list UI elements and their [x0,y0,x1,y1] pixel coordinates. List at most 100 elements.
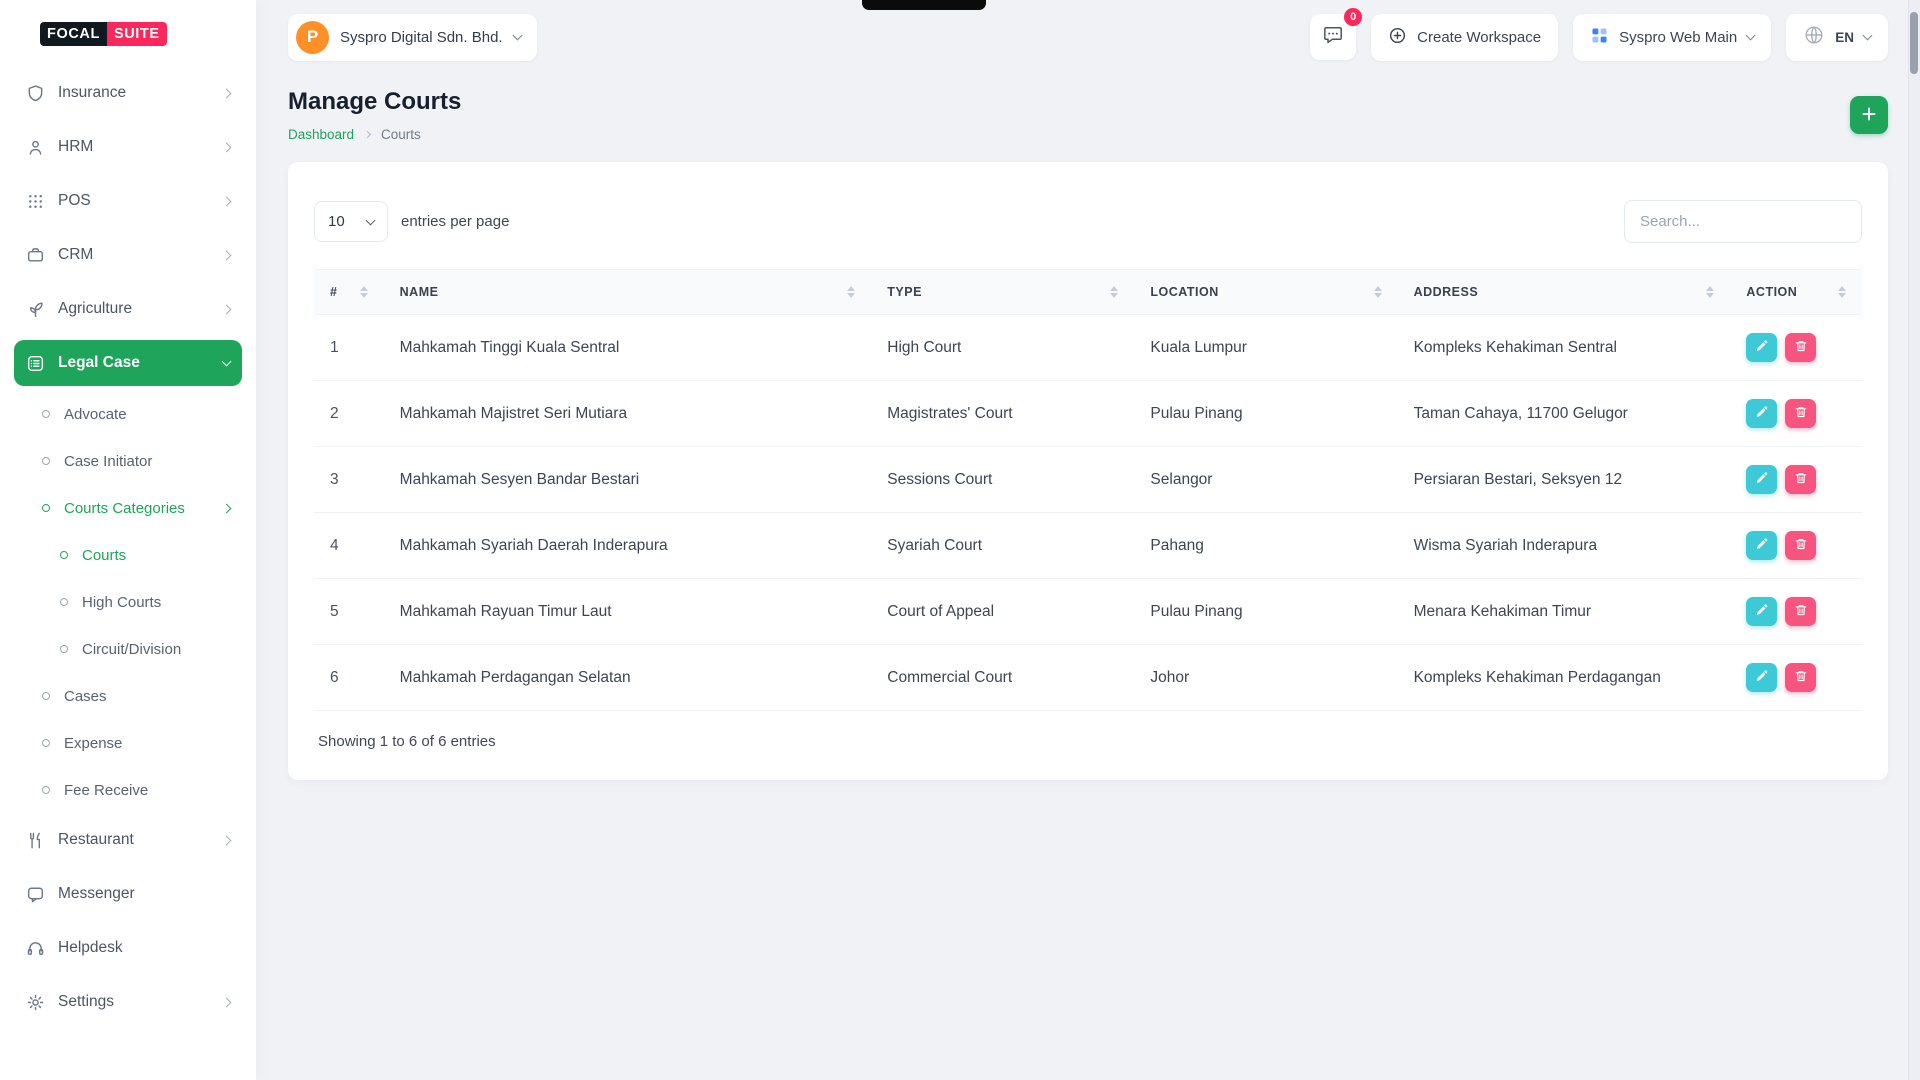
sidebar-item-messenger[interactable]: Messenger [14,871,242,917]
edit-button[interactable] [1746,531,1777,560]
add-court-button[interactable] [1850,96,1888,134]
create-workspace-button[interactable]: Create Workspace [1371,14,1558,61]
person-icon [26,138,45,157]
column-header-location[interactable]: LOCATION [1134,270,1397,315]
table-row: 1 Mahkamah Tinggi Kuala Sentral High Cou… [314,315,1862,381]
sidebar-item-courts-categories[interactable]: Courts Categories [14,488,242,528]
circle-icon [42,692,50,700]
courts-table: # NAME TYPE LOCATION ADDRESS ACTION 1 Ma… [314,269,1862,711]
sidebar-item-legal-case[interactable]: Legal Case [14,340,242,386]
circle-icon [42,786,50,794]
entries-value: 10 [328,213,345,230]
sidebar-item-agriculture[interactable]: Agriculture [14,286,242,332]
screen-notch [862,0,986,10]
cell-index: 2 [314,381,384,447]
cell-index: 5 [314,579,384,645]
pencil-icon [1755,405,1769,422]
workspace-selector[interactable]: P Syspro Digital Sdn. Bhd. [288,14,537,61]
search-input[interactable] [1624,200,1862,243]
cell-index: 3 [314,447,384,513]
sidebar-item-settings[interactable]: Settings [14,979,242,1025]
sidebar-item-courts[interactable]: Courts [14,535,242,575]
messages-button[interactable]: 0 [1310,14,1356,60]
column-header-index[interactable]: # [314,270,384,315]
table-row: 6 Mahkamah Perdagangan Selatan Commercia… [314,645,1862,711]
sidebar-item-insurance[interactable]: Insurance [14,70,242,116]
column-label: ACTION [1746,285,1797,299]
breadcrumb: Dashboard Courts [288,127,461,142]
chat-bubble-icon [26,885,45,904]
cell-index: 1 [314,315,384,381]
edit-button[interactable] [1746,597,1777,626]
chevron-down-icon [1746,31,1756,41]
chevron-right-icon [222,250,232,260]
delete-button[interactable] [1785,399,1816,428]
sidebar-item-cases[interactable]: Cases [14,676,242,716]
cell-name: Mahkamah Sesyen Bandar Bestari [384,447,872,513]
cell-location: Pulau Pinang [1134,381,1397,447]
page-title: Manage Courts [288,88,461,116]
sidebar-item-label: Circuit/Division [82,641,181,658]
sidebar-item-label: Insurance [58,84,126,102]
cell-action [1730,513,1862,579]
sidebar-item-restaurant[interactable]: Restaurant [14,817,242,863]
sidebar-item-fee-receive[interactable]: Fee Receive [14,770,242,810]
utensils-icon [26,831,45,850]
scrollbar-thumb[interactable] [1910,12,1918,74]
sidebar-nav: Insurance HRM POS CRM [14,70,242,1025]
cell-type: High Court [871,315,1134,381]
sidebar-item-helpdesk[interactable]: Helpdesk [14,925,242,971]
pencil-icon [1755,537,1769,554]
column-header-action[interactable]: ACTION [1730,270,1862,315]
chat-icon [1322,24,1344,51]
trash-icon [1794,339,1808,356]
sort-icon [847,286,855,298]
sidebar-item-case-initiator[interactable]: Case Initiator [14,441,242,481]
app-switcher[interactable]: Syspro Web Main [1573,14,1771,61]
cell-action [1730,579,1862,645]
edit-button[interactable] [1746,399,1777,428]
chevron-right-icon [222,503,232,513]
sidebar-item-label: Legal Case [58,354,140,372]
circle-icon [60,598,68,606]
chevron-right-icon [222,304,232,314]
cell-address: Persiaran Bestari, Seksyen 12 [1398,447,1731,513]
sidebar-item-advocate[interactable]: Advocate [14,394,242,434]
sidebar-item-high-courts[interactable]: High Courts [14,582,242,622]
circle-icon [42,457,50,465]
sidebar-item-circuit-division[interactable]: Circuit/Division [14,629,242,669]
language-selector[interactable]: EN [1786,14,1888,61]
sidebar-item-hrm[interactable]: HRM [14,124,242,170]
sidebar-item-pos[interactable]: POS [14,178,242,224]
edit-button[interactable] [1746,663,1777,692]
cell-name: Mahkamah Syariah Daerah Inderapura [384,513,872,579]
delete-button[interactable] [1785,465,1816,494]
cell-name: Mahkamah Majistret Seri Mutiara [384,381,872,447]
topbar: P Syspro Digital Sdn. Bhd. 0 Create Work… [256,0,1920,74]
brand-logo[interactable]: FOCAL SUITE [40,22,242,46]
column-header-name[interactable]: NAME [384,270,872,315]
cell-name: Mahkamah Perdagangan Selatan [384,645,872,711]
cell-action [1730,381,1862,447]
edit-button[interactable] [1746,465,1777,494]
column-label: # [330,285,337,299]
edit-button[interactable] [1746,333,1777,362]
pencil-icon [1755,603,1769,620]
grid-dots-icon [26,192,45,211]
delete-button[interactable] [1785,531,1816,560]
sidebar-item-label: Agriculture [58,300,132,318]
sidebar-item-label: Courts Categories [64,500,185,517]
delete-button[interactable] [1785,333,1816,362]
delete-button[interactable] [1785,597,1816,626]
table-header-row: # NAME TYPE LOCATION ADDRESS ACTION [314,270,1862,315]
column-header-address[interactable]: ADDRESS [1398,270,1731,315]
sidebar-item-expense[interactable]: Expense [14,723,242,763]
column-label: NAME [400,285,439,299]
column-label: TYPE [887,285,922,299]
entries-select[interactable]: 10 [314,201,388,242]
cell-name: Mahkamah Rayuan Timur Laut [384,579,872,645]
delete-button[interactable] [1785,663,1816,692]
column-header-type[interactable]: TYPE [871,270,1134,315]
breadcrumb-dashboard-link[interactable]: Dashboard [288,127,354,142]
sidebar-item-crm[interactable]: CRM [14,232,242,278]
